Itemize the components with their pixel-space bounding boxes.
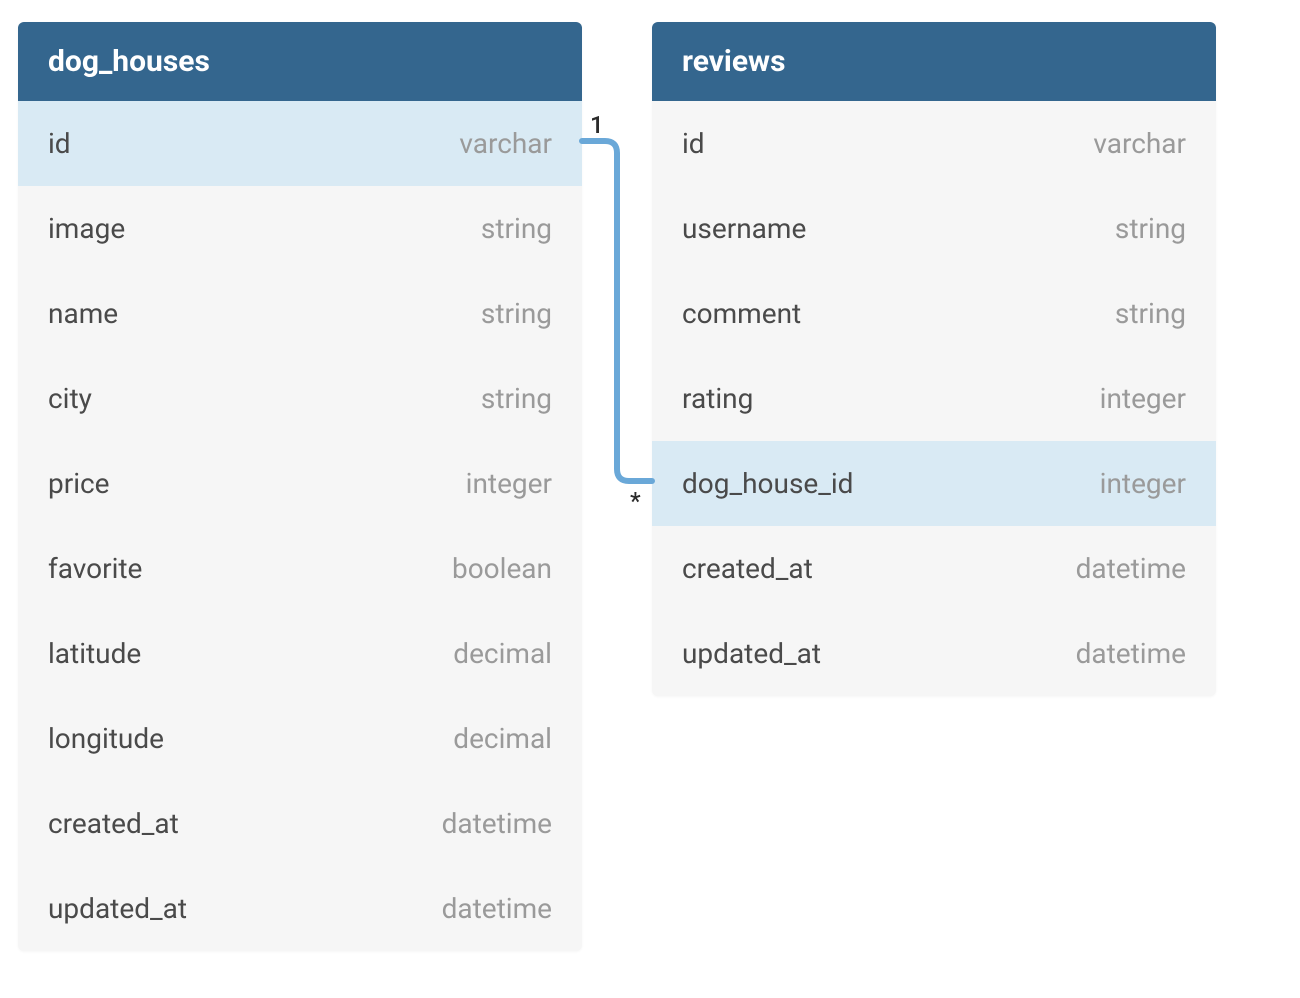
column-name: id (48, 127, 71, 160)
table-title: dog_houses (48, 44, 210, 79)
column-type: decimal (453, 722, 552, 755)
column-type: datetime (442, 807, 552, 840)
table-title: reviews (682, 44, 786, 79)
column-row[interactable]: id varchar (18, 101, 582, 186)
column-row[interactable]: created_at datetime (652, 526, 1216, 611)
column-type: boolean (452, 552, 552, 585)
column-type: integer (1100, 467, 1186, 500)
column-name: latitude (48, 637, 141, 670)
table-dog-houses[interactable]: dog_houses id varchar image string name strin… (18, 22, 582, 951)
table-header-reviews: reviews (652, 22, 1216, 101)
column-row[interactable]: longitude decimal (18, 696, 582, 781)
column-type: datetime (442, 892, 552, 925)
table-rows-dog-houses: id varchar image string name string city string… (18, 101, 582, 951)
column-type: string (1115, 297, 1186, 330)
column-row[interactable]: price integer (18, 441, 582, 526)
column-type: string (1115, 212, 1186, 245)
column-row[interactable]: updated_at datetime (18, 866, 582, 951)
column-name: favorite (48, 552, 142, 585)
column-row[interactable]: dog_house_id integer (652, 441, 1216, 526)
column-name: created_at (48, 807, 179, 840)
column-row[interactable]: city string (18, 356, 582, 441)
cardinality-label-many: * (630, 487, 641, 515)
erd-canvas: dog_houses id varchar image string name strin… (0, 0, 1300, 998)
column-type: string (481, 382, 552, 415)
column-name: rating (682, 382, 753, 415)
column-name: name (48, 297, 118, 330)
table-header-dog-houses: dog_houses (18, 22, 582, 101)
column-row[interactable]: created_at datetime (18, 781, 582, 866)
column-name: city (48, 382, 92, 415)
column-type: decimal (453, 637, 552, 670)
column-type: integer (1100, 382, 1186, 415)
column-name: longitude (48, 722, 164, 755)
column-name: updated_at (682, 637, 821, 670)
column-row[interactable]: favorite boolean (18, 526, 582, 611)
column-name: dog_house_id (682, 467, 853, 500)
column-type: integer (466, 467, 552, 500)
table-rows-reviews: id varchar username string comment string rati… (652, 101, 1216, 696)
table-reviews[interactable]: reviews id varchar username string comment st… (652, 22, 1216, 696)
column-name: image (48, 212, 125, 245)
column-row[interactable]: username string (652, 186, 1216, 271)
column-row[interactable]: latitude decimal (18, 611, 582, 696)
column-type: string (481, 297, 552, 330)
column-name: created_at (682, 552, 813, 585)
column-row[interactable]: id varchar (652, 101, 1216, 186)
column-type: datetime (1076, 552, 1186, 585)
column-name: username (682, 212, 806, 245)
column-type: string (481, 212, 552, 245)
cardinality-label-one: 1 (590, 111, 604, 139)
column-name: id (682, 127, 705, 160)
column-type: datetime (1076, 637, 1186, 670)
column-name: price (48, 467, 110, 500)
column-row[interactable]: comment string (652, 271, 1216, 356)
column-row[interactable]: updated_at datetime (652, 611, 1216, 696)
column-type: varchar (1093, 127, 1186, 160)
column-row[interactable]: name string (18, 271, 582, 356)
column-name: updated_at (48, 892, 187, 925)
column-name: comment (682, 297, 801, 330)
column-row[interactable]: rating integer (652, 356, 1216, 441)
column-row[interactable]: image string (18, 186, 582, 271)
column-type: varchar (459, 127, 552, 160)
